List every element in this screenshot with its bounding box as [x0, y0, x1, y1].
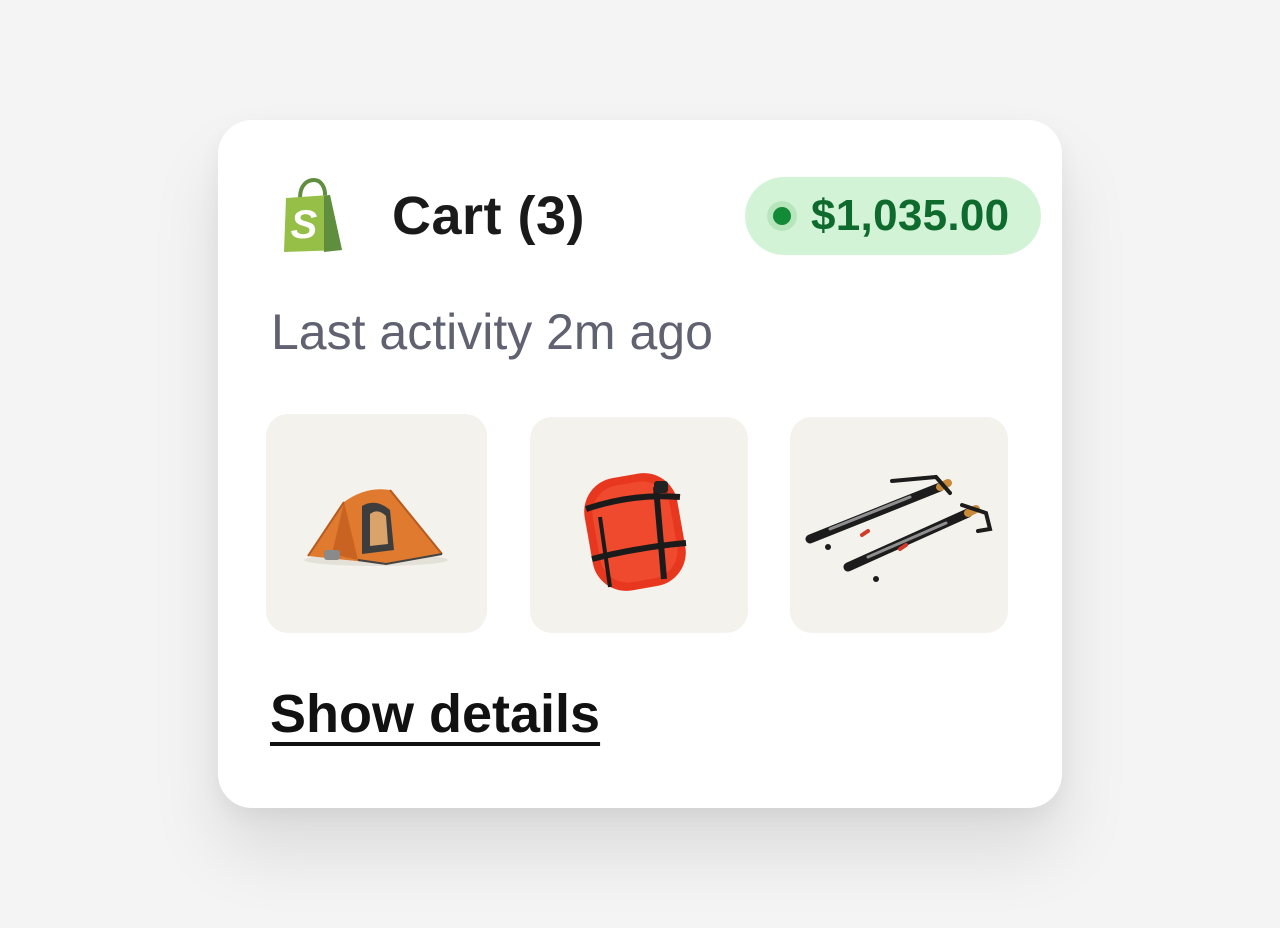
trekking-poles-icon — [805, 474, 993, 582]
svg-text:S: S — [291, 203, 318, 247]
shopify-logo-icon: S — [278, 177, 346, 254]
cart-title: Cart (3) — [392, 186, 586, 246]
tent-icon — [304, 489, 448, 566]
cart-total-badge: $1,035.00 — [745, 177, 1041, 255]
cart-card: S Cart (3) $1,035.00 Last activity 2m ag… — [218, 120, 1062, 808]
last-activity-text: Last activity 2m ago — [271, 304, 713, 360]
sleeping-bag-icon — [584, 473, 687, 591]
product-thumbnail-sleeping-bag[interactable] — [530, 417, 748, 633]
product-thumbnail-tent[interactable] — [266, 414, 487, 633]
product-thumbnail-trekking-poles[interactable] — [790, 417, 1008, 633]
show-details-link[interactable]: Show details — [270, 682, 600, 746]
status-dot-icon — [767, 201, 797, 231]
cart-total-amount: $1,035.00 — [811, 191, 1010, 240]
